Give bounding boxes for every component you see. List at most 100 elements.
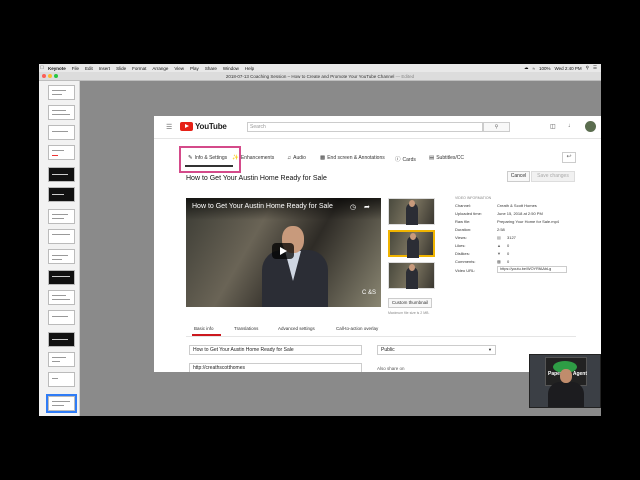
menu-app-name[interactable]: Keynote: [48, 66, 66, 71]
search-button[interactable]: ⚲: [483, 122, 510, 132]
slide-thumbnail[interactable]: [48, 332, 75, 347]
tab-label: Subtitles/CC: [436, 155, 464, 161]
tab-cards[interactable]: ⓘ Cards: [395, 155, 416, 163]
music-icon: ♫: [287, 155, 292, 161]
presenter-head: [560, 369, 572, 383]
max-size-note: Maximum file size is 2 MB.: [388, 311, 430, 315]
spotlight-icon[interactable]: ⚲: [586, 65, 589, 71]
info-label: Raw file:: [455, 219, 471, 224]
channel-watermark: C &S: [362, 290, 377, 296]
video-url-field[interactable]: https://youtu.be/WOYRfAAbLg: [497, 266, 567, 273]
thumbnail-option-selected[interactable]: [388, 230, 435, 258]
edited-indicator: — Edited: [395, 73, 415, 79]
info-value: 0: [507, 243, 510, 248]
privacy-select[interactable]: Public ▼: [377, 345, 496, 355]
info-value: Creath & Scott Homes: [497, 203, 537, 208]
slide-thumbnail[interactable]: [48, 372, 75, 387]
info-label: Comments:: [455, 259, 476, 264]
mac-menubar:  Keynote File Edit Insert Slide Format …: [39, 64, 601, 72]
save-changes-button[interactable]: Save changes: [531, 171, 575, 182]
search-input[interactable]: Search: [247, 122, 483, 132]
active-tab-indicator: [185, 165, 233, 167]
subtab-call-to-action[interactable]: Call-to-action overlay: [336, 326, 378, 331]
slide-thumbnail[interactable]: [48, 125, 75, 140]
menu-slide[interactable]: Slide: [116, 66, 126, 71]
slide-thumbnail-selected[interactable]: [46, 394, 77, 413]
title-field[interactable]: How to Get Your Austin Home Ready for Sa…: [189, 345, 362, 355]
avatar[interactable]: [585, 121, 596, 132]
play-button[interactable]: [272, 243, 294, 259]
info-label: Views:: [455, 235, 467, 240]
share-icon[interactable]: ➦: [364, 203, 370, 211]
back-button[interactable]: ↩: [562, 152, 576, 163]
menu-help[interactable]: Help: [245, 66, 254, 71]
wand-icon: ✨: [232, 155, 239, 161]
tab-label: End screen & Annotations: [327, 155, 385, 161]
also-share-label: Also share on: [377, 366, 405, 371]
menu-icon[interactable]: ☰: [166, 123, 172, 131]
search-icon: ⚲: [494, 124, 499, 130]
apple-icon[interactable]: : [39, 65, 45, 71]
battery-status[interactable]: 100%: [539, 66, 551, 71]
slide-thumbnail[interactable]: [48, 229, 75, 244]
slide-thumbnail[interactable]: [48, 105, 75, 120]
cancel-button[interactable]: Cancel: [507, 171, 530, 182]
slide-thumbnail[interactable]: [48, 85, 75, 100]
chevron-down-icon: ▼: [488, 347, 492, 352]
info-label: Video URL:: [455, 268, 476, 273]
slide-thumbnail[interactable]: [48, 249, 75, 264]
menu-insert[interactable]: Insert: [99, 66, 110, 71]
subtab-basic-info[interactable]: Basic info: [194, 326, 214, 331]
tab-audio[interactable]: ♫ Audio: [287, 155, 306, 161]
slide-thumbnail[interactable]: [48, 187, 75, 202]
pencil-icon: ✎: [188, 155, 193, 161]
menu-edit[interactable]: Edit: [85, 66, 93, 71]
custom-thumbnail-button[interactable]: Custom thumbnail: [388, 298, 432, 308]
slide-thumbnail[interactable]: [48, 270, 75, 285]
description-field[interactable]: http://creathscotthomes: [189, 363, 362, 372]
comment-icon: ▩: [497, 259, 501, 264]
slide-thumbnail[interactable]: [48, 167, 75, 182]
slide-thumbnail[interactable]: [48, 209, 75, 224]
chart-icon[interactable]: ▤: [497, 235, 501, 240]
thumbnail-option[interactable]: [388, 198, 435, 225]
player-title: How to Get Your Austin Home Ready for Sa…: [192, 203, 333, 210]
wifi-icon[interactable]: ≈: [532, 66, 534, 71]
menu-arrange[interactable]: Arrange: [152, 66, 168, 71]
tab-subtitles[interactable]: ▤ Subtitles/CC: [429, 155, 464, 161]
tab-enhancements[interactable]: ✨ Enhancements: [232, 155, 274, 161]
cloud-icon[interactable]: ☁: [524, 65, 529, 71]
slide-thumbnail[interactable]: [48, 310, 75, 325]
subtab-translations[interactable]: Translations: [234, 326, 258, 331]
slide-screenshot[interactable]: ☰ YouTube Search ⚲ ◫ ♩ ✎ Info & Settings …: [154, 116, 601, 372]
info-label: Likes:: [455, 243, 466, 248]
menu-window[interactable]: Window: [223, 66, 239, 71]
video-title: How to Get Your Austin Home Ready for Sa…: [186, 175, 327, 182]
thumbnail-option[interactable]: [388, 262, 435, 289]
bell-icon[interactable]: ♩: [568, 123, 574, 129]
info-value: 0: [507, 259, 510, 264]
info-value: 0: [507, 251, 510, 256]
tab-end-screen[interactable]: ▩ End screen & Annotations: [320, 155, 385, 161]
settings-subtabs: Basic info Translations Advanced setting…: [186, 322, 576, 337]
slide-thumbnail[interactable]: [48, 145, 75, 160]
privacy-value: Public: [381, 347, 395, 353]
subtab-advanced[interactable]: Advanced settings: [278, 326, 315, 331]
slide-thumbnail[interactable]: [48, 290, 75, 305]
clock[interactable]: Wed 2:40 PM: [554, 66, 581, 71]
slide-canvas: ☰ YouTube Search ⚲ ◫ ♩ ✎ Info & Settings …: [80, 81, 601, 416]
menu-format[interactable]: Format: [132, 66, 146, 71]
video-player[interactable]: How to Get Your Austin Home Ready for Sa…: [186, 198, 381, 307]
menu-share[interactable]: Share: [205, 66, 217, 71]
menu-play[interactable]: Play: [190, 66, 199, 71]
slide-thumbnail[interactable]: [48, 352, 75, 367]
info-header: VIDEO INFORMATION: [455, 196, 492, 200]
youtube-logo[interactable]: YouTube: [180, 122, 227, 131]
camera-upload-icon[interactable]: ◫: [550, 123, 556, 130]
presenter-figure: [258, 226, 338, 307]
menu-file[interactable]: File: [72, 66, 79, 71]
clock-icon[interactable]: ◷: [350, 203, 356, 211]
notification-center-icon[interactable]: ☰: [593, 65, 597, 71]
menu-view[interactable]: View: [174, 66, 184, 71]
tab-info-settings[interactable]: ✎ Info & Settings: [188, 155, 227, 161]
